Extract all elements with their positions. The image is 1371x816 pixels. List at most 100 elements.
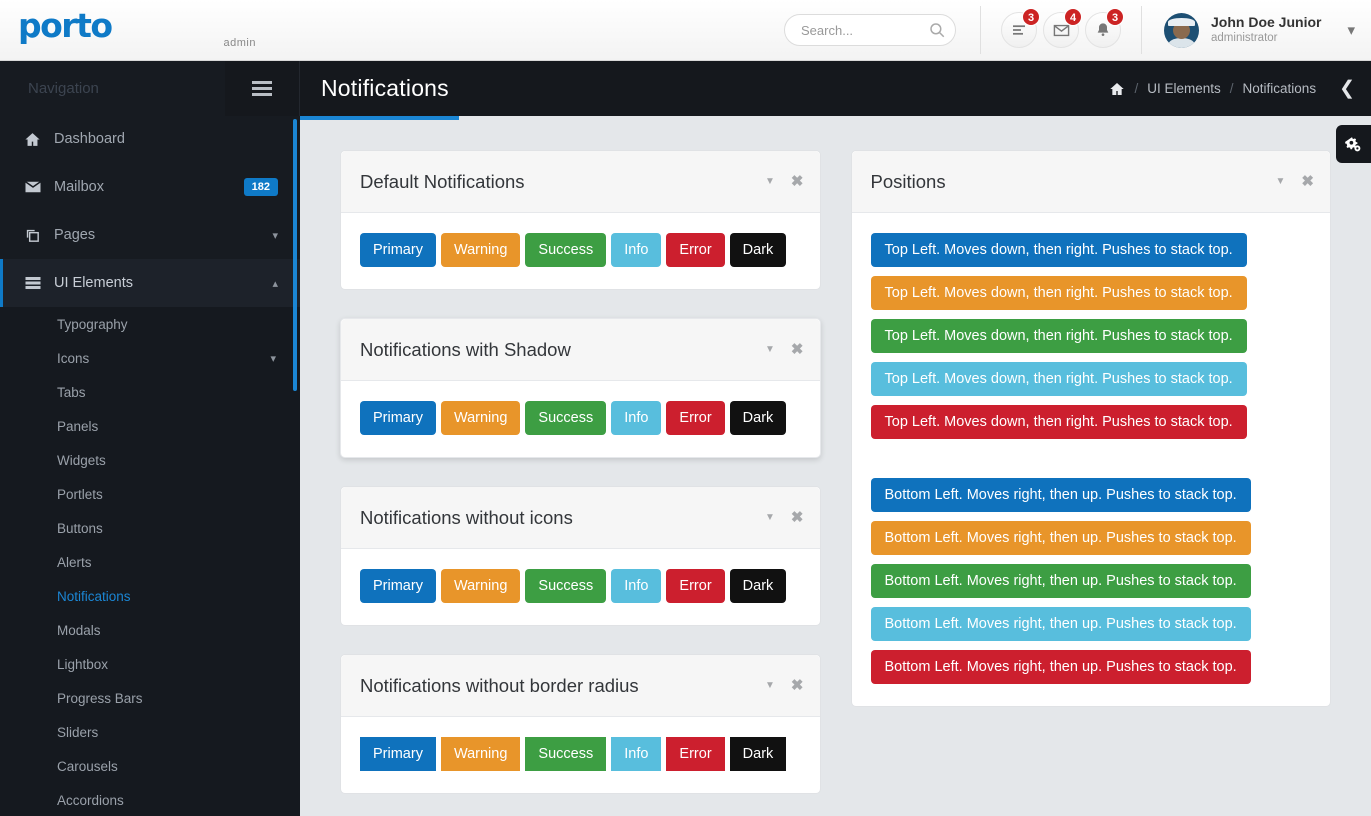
home-icon[interactable] [1109, 81, 1125, 97]
sidebar-subitem-label: Carousels [57, 758, 118, 774]
sidebar-item-carousels[interactable]: Carousels [0, 749, 300, 783]
sidebar-subitem-label: Widgets [57, 452, 106, 468]
notify-primary-button[interactable]: Primary [360, 401, 436, 435]
notify-error-button[interactable]: Error [666, 401, 725, 435]
hamburger-menu-icon[interactable] [225, 61, 300, 116]
notify-info-button[interactable]: Info [611, 569, 662, 603]
sidebar-item-panels[interactable]: Panels [0, 409, 300, 443]
notify-info-button[interactable]: Info [611, 233, 662, 267]
positions-spacer [871, 439, 1312, 478]
page-title-text: Notifications [321, 75, 449, 101]
chevron-down-icon[interactable]: ▾ [270, 352, 276, 365]
close-icon[interactable]: ✖ [791, 678, 804, 693]
content-scrollbar[interactable] [1360, 116, 1371, 816]
close-icon[interactable]: ✖ [791, 174, 804, 189]
notify-dark-button[interactable]: Dark [729, 401, 787, 435]
close-icon[interactable]: ✖ [791, 510, 804, 525]
settings-panel-toggle[interactable] [1336, 125, 1371, 163]
sidebar-item-ui-elements[interactable]: UI Elements ▴ [0, 259, 300, 307]
position-top-left-error-button[interactable]: Top Left. Moves down, then right. Pushes… [870, 405, 1247, 439]
sidebar-item-typography[interactable]: Typography [0, 307, 300, 341]
chevron-down-icon[interactable]: ▾ [272, 229, 278, 242]
notify-dark-button[interactable]: Dark [729, 737, 787, 771]
panel-title: Notifications with Shadow [360, 338, 571, 360]
sidebar-subitem-label: Typography [57, 316, 128, 332]
search-box[interactable] [784, 14, 957, 46]
notify-warning-button[interactable]: Warning [440, 401, 521, 435]
notify-success-button[interactable]: Success [525, 569, 607, 603]
sidebar-subitem-label: Progress Bars [57, 690, 143, 706]
notify-warning-button[interactable]: Warning [440, 233, 521, 267]
notify-success-button[interactable]: Success [525, 401, 607, 435]
notify-error-button[interactable]: Error [666, 233, 725, 267]
position-bottom-left-primary-button[interactable]: Bottom Left. Moves right, then up. Pushe… [870, 478, 1251, 512]
breadcrumb-item-notifications[interactable]: Notifications [1243, 81, 1317, 96]
notify-success-button[interactable]: Success [525, 233, 607, 267]
sidebar-item-icons[interactable]: Icons ▾ [0, 341, 300, 375]
notify-success-button[interactable]: Success [525, 737, 607, 771]
avatar [1164, 12, 1200, 48]
notify-info-button[interactable]: Info [611, 737, 662, 771]
sidebar-item-widgets[interactable]: Widgets [0, 443, 300, 477]
page-title-underline [300, 116, 459, 120]
sidebar-item-progress-bars[interactable]: Progress Bars [0, 681, 300, 715]
position-bottom-left-info-button[interactable]: Bottom Left. Moves right, then up. Pushe… [870, 607, 1251, 641]
sidebar-item-label: Mailbox [54, 179, 104, 195]
caret-down-icon[interactable]: ▼ [765, 176, 775, 187]
position-top-left-info-button[interactable]: Top Left. Moves down, then right. Pushes… [870, 362, 1247, 396]
notify-dark-button[interactable]: Dark [729, 569, 787, 603]
notify-error-button[interactable]: Error [666, 569, 725, 603]
sidebar-item-alerts[interactable]: Alerts [0, 545, 300, 579]
notify-primary-button[interactable]: Primary [360, 737, 436, 771]
chevron-down-icon[interactable]: ▾ [1347, 21, 1355, 39]
notify-info-button[interactable]: Info [611, 401, 662, 435]
sidebar-item-mailbox[interactable]: Mailbox 182 [0, 163, 300, 211]
notify-primary-button[interactable]: Primary [360, 233, 436, 267]
close-icon[interactable]: ✖ [1301, 174, 1314, 189]
panel-notifications-without-icons: Notifications without icons ▼ ✖ Primary … [340, 486, 821, 626]
search-icon[interactable] [928, 21, 946, 39]
position-bottom-left-success-button[interactable]: Bottom Left. Moves right, then up. Pushe… [870, 564, 1251, 598]
notify-warning-button[interactable]: Warning [440, 569, 521, 603]
sidebar-item-lightbox[interactable]: Lightbox [0, 647, 300, 681]
sidebar-item-portlets[interactable]: Portlets [0, 477, 300, 511]
position-top-left-success-button[interactable]: Top Left. Moves down, then right. Pushes… [870, 319, 1247, 353]
notify-primary-button[interactable]: Primary [360, 569, 436, 603]
chevron-left-icon[interactable]: ❮ [1339, 79, 1355, 98]
caret-down-icon[interactable]: ▼ [765, 344, 775, 355]
panel-notifications-without-border-radius: Notifications without border radius ▼ ✖ … [340, 654, 821, 794]
panel-positions: Positions ▼ ✖ Top Left. Moves down, then… [850, 150, 1331, 707]
breadcrumb-item-ui-elements[interactable]: UI Elements [1147, 81, 1221, 96]
notify-warning-button[interactable]: Warning [440, 737, 521, 771]
brand-subtitle: admin [223, 36, 256, 49]
caret-down-icon[interactable]: ▼ [765, 680, 775, 691]
sidebar-item-modals[interactable]: Modals [0, 613, 300, 647]
sidebar-item-tabs[interactable]: Tabs [0, 375, 300, 409]
sidebar-item-pages[interactable]: Pages ▾ [0, 211, 300, 259]
chevron-up-icon[interactable]: ▴ [272, 277, 278, 290]
brand-logo[interactable]: porto admin [0, 0, 300, 61]
notify-error-button[interactable]: Error [666, 737, 725, 771]
caret-down-icon[interactable]: ▼ [765, 512, 775, 523]
position-bottom-left-warning-button[interactable]: Bottom Left. Moves right, then up. Pushe… [870, 521, 1251, 555]
position-top-left-warning-button[interactable]: Top Left. Moves down, then right. Pushes… [870, 276, 1247, 310]
notify-dark-button[interactable]: Dark [729, 233, 787, 267]
messages-button[interactable]: 4 [1043, 8, 1083, 48]
tasks-button[interactable]: 3 [1001, 8, 1041, 48]
position-top-left-primary-button[interactable]: Top Left. Moves down, then right. Pushes… [870, 233, 1247, 267]
close-icon[interactable]: ✖ [791, 342, 804, 357]
user-menu[interactable]: John Doe Junior administrator ▾ [1142, 0, 1371, 61]
sidebar-item-sliders[interactable]: Sliders [0, 715, 300, 749]
sidebar-item-label: Dashboard [54, 131, 125, 147]
position-bottom-left-error-button[interactable]: Bottom Left. Moves right, then up. Pushe… [870, 650, 1251, 684]
sidebar-subitem-label: Lightbox [57, 656, 109, 672]
sidebar-item-buttons[interactable]: Buttons [0, 511, 300, 545]
tasks-badge: 3 [1022, 8, 1041, 26]
alerts-button[interactable]: 3 [1085, 8, 1125, 48]
sidebar-scrollbar[interactable] [293, 119, 297, 391]
content-scrollbar-thumb[interactable] [1360, 116, 1371, 446]
caret-down-icon[interactable]: ▼ [1276, 176, 1286, 187]
sidebar-item-dashboard[interactable]: Dashboard [0, 115, 300, 163]
sidebar-item-notifications[interactable]: Notifications [0, 579, 300, 613]
sidebar-item-accordions[interactable]: Accordions [0, 783, 300, 816]
